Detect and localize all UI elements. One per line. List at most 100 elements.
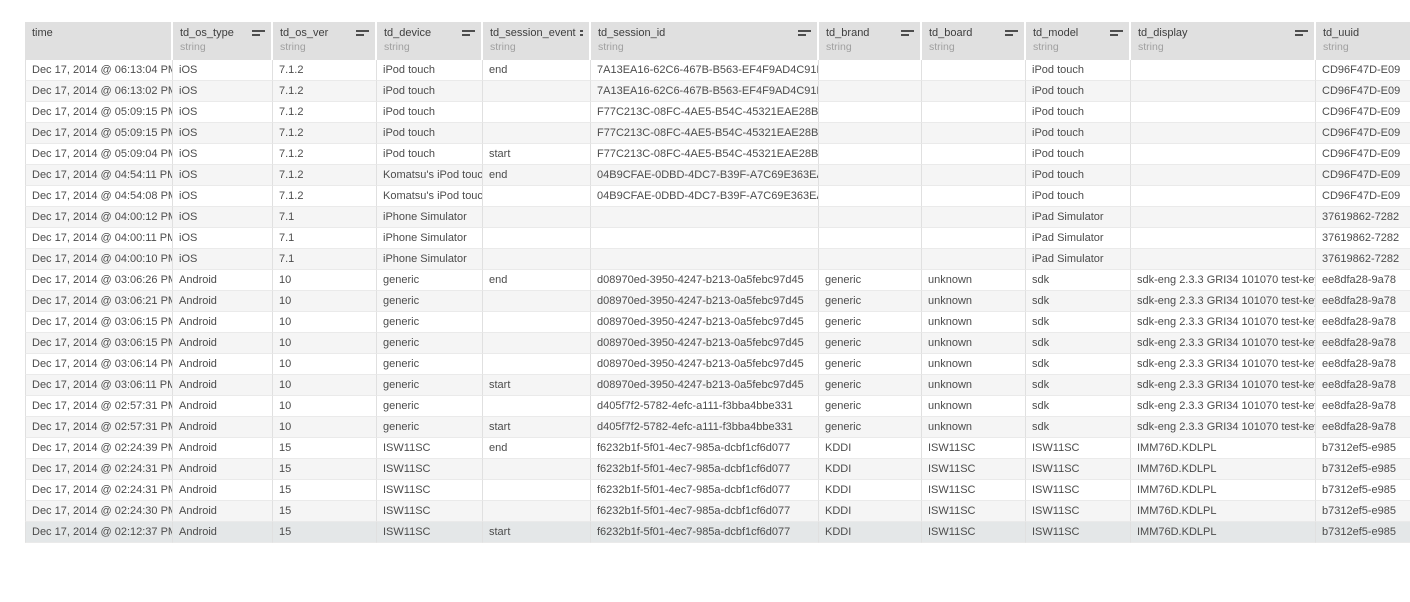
- column-label: td_display: [1138, 27, 1188, 40]
- sort-lines-icon[interactable]: [1295, 29, 1308, 38]
- table-row[interactable]: Dec 17, 2014 @ 03:06:14 PMAndroid10gener…: [25, 354, 1410, 375]
- column-header-td_display[interactable]: td_displaystring: [1131, 22, 1316, 60]
- cell-td_board: [922, 60, 1026, 81]
- sort-lines-icon[interactable]: [252, 29, 265, 38]
- cell-td_board: [922, 207, 1026, 228]
- table-row[interactable]: Dec 17, 2014 @ 05:09:15 PMiOS7.1.2iPod t…: [25, 123, 1410, 144]
- table-row[interactable]: Dec 17, 2014 @ 02:57:31 PMAndroid10gener…: [25, 396, 1410, 417]
- table-row[interactable]: Dec 17, 2014 @ 02:12:37 PMAndroid15ISW11…: [25, 522, 1410, 543]
- cell-td_uuid: CD96F47D-E09: [1316, 81, 1410, 102]
- cell-td_session_id: d08970ed-3950-4247-b213-0a5febc97d45: [591, 312, 819, 333]
- sort-lines-icon[interactable]: [798, 29, 811, 38]
- cell-td_model: sdk: [1026, 396, 1131, 417]
- sort-lines-icon[interactable]: [356, 29, 369, 38]
- table-row[interactable]: Dec 17, 2014 @ 03:06:15 PMAndroid10gener…: [25, 312, 1410, 333]
- column-header-td_uuid[interactable]: td_uuidstring: [1316, 22, 1410, 60]
- column-header-td_device[interactable]: td_devicestring: [377, 22, 483, 60]
- table-row[interactable]: Dec 17, 2014 @ 02:57:31 PMAndroid10gener…: [25, 417, 1410, 438]
- cell-td_os_type: iOS: [173, 123, 273, 144]
- table-row[interactable]: Dec 17, 2014 @ 03:06:21 PMAndroid10gener…: [25, 291, 1410, 312]
- table-row[interactable]: Dec 17, 2014 @ 02:24:39 PMAndroid15ISW11…: [25, 438, 1410, 459]
- table-row[interactable]: Dec 17, 2014 @ 04:54:08 PMiOS7.1.2Komats…: [25, 186, 1410, 207]
- cell-td_model: iPod touch: [1026, 165, 1131, 186]
- cell-td_session_event: [483, 102, 591, 123]
- cell-td_brand: generic: [819, 291, 922, 312]
- table-row[interactable]: Dec 17, 2014 @ 03:06:15 PMAndroid10gener…: [25, 333, 1410, 354]
- column-header-td_session_event[interactable]: td_session_eventstring: [483, 22, 591, 60]
- cell-td_session_event: [483, 186, 591, 207]
- cell-td_brand: [819, 186, 922, 207]
- table-row[interactable]: Dec 17, 2014 @ 04:00:11 PMiOS7.1iPhone S…: [25, 228, 1410, 249]
- cell-td_model: sdk: [1026, 354, 1131, 375]
- cell-td_device: iPhone Simulator: [377, 228, 483, 249]
- column-header-td_board[interactable]: td_boardstring: [922, 22, 1026, 60]
- cell-td_session_event: [483, 291, 591, 312]
- cell-td_model: ISW11SC: [1026, 438, 1131, 459]
- cell-td_brand: KDDI: [819, 459, 922, 480]
- column-header-td_model[interactable]: td_modelstring: [1026, 22, 1131, 60]
- column-header-td_brand[interactable]: td_brandstring: [819, 22, 922, 60]
- column-type-label: string: [826, 41, 914, 54]
- column-header-td_os_type[interactable]: td_os_typestring: [173, 22, 273, 60]
- cell-td_session_id: [591, 207, 819, 228]
- cell-td_device: ISW11SC: [377, 438, 483, 459]
- table-row[interactable]: Dec 17, 2014 @ 04:00:12 PMiOS7.1iPhone S…: [25, 207, 1410, 228]
- table-row[interactable]: Dec 17, 2014 @ 06:13:02 PMiOS7.1.2iPod t…: [25, 81, 1410, 102]
- table-row[interactable]: Dec 17, 2014 @ 05:09:15 PMiOS7.1.2iPod t…: [25, 102, 1410, 123]
- cell-td_session_event: [483, 354, 591, 375]
- sort-lines-icon[interactable]: [901, 29, 914, 38]
- cell-td_device: iPod touch: [377, 102, 483, 123]
- table-row[interactable]: Dec 17, 2014 @ 03:06:26 PMAndroid10gener…: [25, 270, 1410, 291]
- cell-td_model: sdk: [1026, 417, 1131, 438]
- cell-td_display: [1131, 144, 1316, 165]
- cell-time: Dec 17, 2014 @ 06:13:02 PM: [25, 81, 173, 102]
- cell-td_display: sdk-eng 2.3.3 GRI34 101070 test-keys: [1131, 417, 1316, 438]
- sort-lines-icon[interactable]: [1110, 29, 1123, 38]
- table-row[interactable]: Dec 17, 2014 @ 06:13:04 PMiOS7.1.2iPod t…: [25, 60, 1410, 81]
- cell-td_session_id: d08970ed-3950-4247-b213-0a5febc97d45: [591, 375, 819, 396]
- cell-td_session_event: [483, 480, 591, 501]
- cell-td_device: ISW11SC: [377, 459, 483, 480]
- column-header-td_os_ver[interactable]: td_os_verstring: [273, 22, 377, 60]
- cell-td_board: [922, 186, 1026, 207]
- sort-lines-icon[interactable]: [1005, 29, 1018, 38]
- column-header-td_session_id[interactable]: td_session_idstring: [591, 22, 819, 60]
- column-type-label: string: [1138, 41, 1308, 54]
- cell-td_session_event: [483, 228, 591, 249]
- cell-td_device: generic: [377, 333, 483, 354]
- cell-td_board: ISW11SC: [922, 522, 1026, 543]
- cell-td_model: sdk: [1026, 333, 1131, 354]
- column-type-label: string: [490, 41, 583, 54]
- column-label: td_model: [1033, 27, 1078, 40]
- cell-td_model: iPad Simulator: [1026, 228, 1131, 249]
- cell-td_device: generic: [377, 396, 483, 417]
- table-row[interactable]: Dec 17, 2014 @ 03:06:11 PMAndroid10gener…: [25, 375, 1410, 396]
- table-row[interactable]: Dec 17, 2014 @ 02:24:31 PMAndroid15ISW11…: [25, 480, 1410, 501]
- cell-td_board: [922, 144, 1026, 165]
- cell-td_session_event: end: [483, 438, 591, 459]
- cell-td_uuid: CD96F47D-E09: [1316, 123, 1410, 144]
- table-row[interactable]: Dec 17, 2014 @ 05:09:04 PMiOS7.1.2iPod t…: [25, 144, 1410, 165]
- column-type-label: string: [598, 41, 811, 54]
- table-row[interactable]: Dec 17, 2014 @ 04:00:10 PMiOS7.1iPhone S…: [25, 249, 1410, 270]
- cell-time: Dec 17, 2014 @ 02:57:31 PM: [25, 396, 173, 417]
- table-row[interactable]: Dec 17, 2014 @ 02:24:30 PMAndroid15ISW11…: [25, 501, 1410, 522]
- table-row[interactable]: Dec 17, 2014 @ 04:54:11 PMiOS7.1.2Komats…: [25, 165, 1410, 186]
- table-row[interactable]: Dec 17, 2014 @ 02:24:31 PMAndroid15ISW11…: [25, 459, 1410, 480]
- cell-td_display: sdk-eng 2.3.3 GRI34 101070 test-keys: [1131, 396, 1316, 417]
- cell-td_board: unknown: [922, 396, 1026, 417]
- cell-td_uuid: b7312ef5-e985: [1316, 438, 1410, 459]
- column-label: td_session_id: [598, 27, 665, 40]
- column-header-time[interactable]: time: [25, 22, 173, 60]
- cell-td_os_type: Android: [173, 501, 273, 522]
- cell-td_session_id: f6232b1f-5f01-4ec7-985a-dcbf1cf6d077: [591, 501, 819, 522]
- cell-td_device: iPod touch: [377, 123, 483, 144]
- column-label: td_device: [384, 27, 431, 40]
- cell-td_uuid: 37619862-7282: [1316, 228, 1410, 249]
- sort-lines-icon[interactable]: [580, 29, 583, 38]
- cell-td_session_event: [483, 207, 591, 228]
- cell-td_session_id: F77C213C-08FC-4AE5-B54C-45321EAE28B1: [591, 102, 819, 123]
- sort-lines-icon[interactable]: [462, 29, 475, 38]
- cell-td_os_type: iOS: [173, 249, 273, 270]
- cell-td_model: iPod touch: [1026, 81, 1131, 102]
